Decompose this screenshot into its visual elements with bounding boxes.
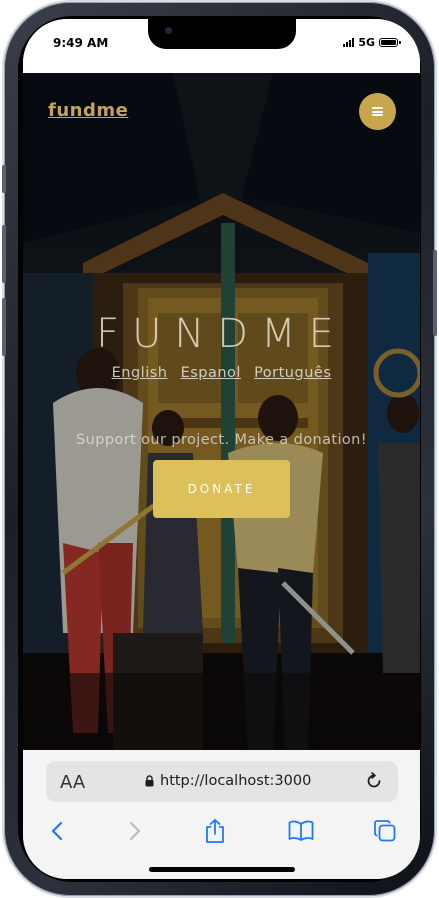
text-size-button[interactable]: AA	[60, 772, 85, 793]
browser-nav-row	[23, 817, 420, 847]
address-bar[interactable]: AA http://localhost:3000	[46, 761, 398, 802]
battery-icon	[379, 38, 401, 47]
browser-toolbar: AA http://localhost:3000	[23, 750, 420, 879]
share-icon	[206, 819, 224, 843]
tabs-button[interactable]	[371, 817, 399, 845]
back-button[interactable]	[43, 817, 71, 845]
menu-icon	[372, 107, 383, 116]
url-text: http://localhost:3000	[160, 773, 312, 789]
brand-logo-link[interactable]: fundme	[48, 100, 128, 121]
chevron-left-icon	[51, 821, 63, 841]
silent-switch	[2, 165, 6, 193]
power-button	[433, 250, 437, 336]
hero-section: fundme FUNDME English Espanol Português …	[23, 73, 420, 750]
language-link-espanol[interactable]: Espanol	[181, 365, 241, 381]
network-label: 5G	[358, 36, 375, 49]
notch	[148, 19, 296, 49]
lock-icon	[145, 775, 154, 787]
signal-icon	[343, 38, 355, 47]
hero-title: FUNDME	[96, 311, 347, 357]
book-icon	[288, 820, 314, 841]
hero-tagline: Support our project. Make a donation!	[76, 432, 367, 448]
camera-icon	[165, 27, 172, 34]
bookmarks-button[interactable]	[287, 817, 315, 845]
status-time: 9:49 AM	[53, 36, 109, 50]
chevron-right-icon	[129, 821, 141, 841]
language-link-portugues[interactable]: Português	[254, 365, 331, 381]
forward-button[interactable]	[121, 817, 149, 845]
volume-down-button	[2, 298, 6, 356]
language-links: English Espanol Português	[23, 362, 420, 381]
home-indicator	[149, 867, 295, 872]
tabs-icon	[374, 820, 396, 842]
hero-overlay	[23, 73, 420, 750]
share-button[interactable]	[201, 817, 229, 845]
menu-button[interactable]	[359, 93, 396, 130]
status-indicators: 5G	[343, 36, 401, 49]
reload-icon[interactable]	[364, 771, 384, 791]
volume-up-button	[2, 225, 6, 283]
phone-screen: 9:49 AM 5G fundme FUNDME English Espanol…	[23, 19, 420, 879]
language-link-english[interactable]: English	[112, 365, 168, 381]
donate-button[interactable]: DONATE	[153, 460, 290, 518]
status-bar: 9:49 AM 5G	[23, 19, 420, 73]
text-size-label: AA	[60, 772, 86, 793]
